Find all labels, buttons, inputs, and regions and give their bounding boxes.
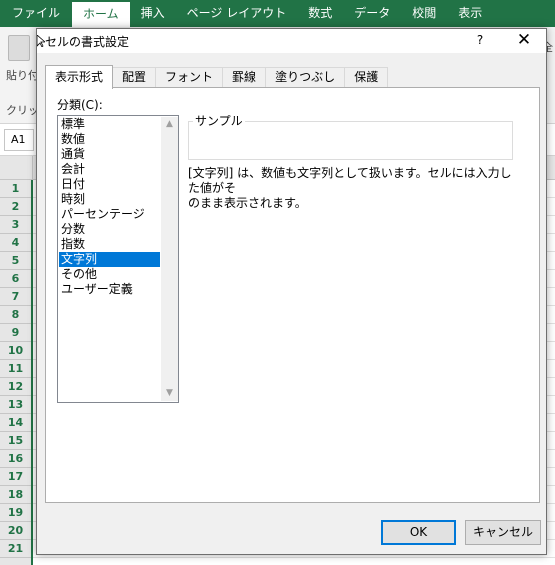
category-scrollbar[interactable]: ▲ ▼ <box>161 117 178 401</box>
chevron-down-icon[interactable]: ▼ <box>161 386 178 401</box>
row-header[interactable]: 3 <box>0 216 31 234</box>
tab-alignment[interactable]: 配置 <box>112 67 157 88</box>
tab-file[interactable]: ファイル <box>0 0 72 27</box>
row-header[interactable]: 14 <box>0 414 31 432</box>
row-header[interactable]: 15 <box>0 432 31 450</box>
name-box[interactable]: A1 <box>4 129 34 151</box>
tab-font[interactable]: フォント <box>155 67 224 88</box>
ok-button[interactable]: OK <box>381 520 456 545</box>
tab-page-layout[interactable]: ページ レイアウト <box>176 0 298 27</box>
row-header[interactable]: 19 <box>0 504 31 522</box>
clipboard-icon[interactable] <box>8 35 30 61</box>
tab-view[interactable]: 表示 <box>447 0 493 27</box>
row-header[interactable]: 4 <box>0 234 31 252</box>
row-header[interactable]: 5 <box>0 252 31 270</box>
tab-number[interactable]: 表示形式 <box>45 65 114 89</box>
category-listbox[interactable]: 標準 数値 通貨 会計 日付 時刻 パーセンテージ 分数 指数 文字列 その他 … <box>57 115 179 403</box>
format-description: [文字列] は、数値も文字列として扱います。セルには入力した値がそ のまま表示さ… <box>188 166 523 211</box>
category-item[interactable]: ユーザー定義 <box>59 282 160 297</box>
tab-review[interactable]: 校閲 <box>401 0 447 27</box>
dialog-tabs: 表示形式 配置 フォント 罫線 塗りつぶし 保護 <box>45 65 389 89</box>
category-item[interactable]: 数値 <box>59 132 160 147</box>
row-header[interactable]: 16 <box>0 450 31 468</box>
row-header[interactable]: 2 <box>0 198 31 216</box>
category-item[interactable]: 分数 <box>59 222 160 237</box>
row-headers: 1 2 3 4 5 6 7 8 9 10 11 12 13 14 15 16 17 18 19 20 21 <box>0 180 33 565</box>
row-header[interactable]: 12 <box>0 378 31 396</box>
description-line: [文字列] は、数値も文字列として扱います。セルには入力した値がそ <box>188 166 512 195</box>
sample-label: サンプル <box>193 112 245 129</box>
dialog-titlebar: セルの書式設定 ? ✕ <box>37 29 546 53</box>
tab-protection[interactable]: 保護 <box>344 67 389 88</box>
category-item[interactable]: 会計 <box>59 162 160 177</box>
tab-data[interactable]: データ <box>343 0 401 27</box>
select-all-corner[interactable] <box>0 156 33 180</box>
category-item[interactable]: パーセンテージ <box>59 207 160 222</box>
chevron-up-icon[interactable]: ▲ <box>161 117 178 132</box>
row-header[interactable]: 17 <box>0 468 31 486</box>
category-label: 分類(C): <box>57 98 103 112</box>
tab-formulas[interactable]: 数式 <box>297 0 343 27</box>
row-header[interactable]: 7 <box>0 288 31 306</box>
help-button[interactable]: ? <box>473 33 487 47</box>
category-item-selected[interactable]: 文字列 <box>59 252 160 267</box>
category-item[interactable]: 日付 <box>59 177 160 192</box>
format-cells-dialog: セルの書式設定 ? ✕ 表示形式 配置 フォント 罫線 塗りつぶし 保護 分類(… <box>36 28 547 555</box>
tab-home[interactable]: ホーム <box>72 2 130 27</box>
tab-insert[interactable]: 挿入 <box>130 0 176 27</box>
description-line: のまま表示されます。 <box>188 196 307 210</box>
row-header[interactable]: 1 <box>0 180 31 198</box>
row-header[interactable]: 11 <box>0 360 31 378</box>
row-header[interactable]: 9 <box>0 324 31 342</box>
tab-border[interactable]: 罫線 <box>222 67 267 88</box>
dialog-title: セルの書式設定 <box>45 35 130 49</box>
row-header[interactable]: 10 <box>0 342 31 360</box>
category-item[interactable]: 時刻 <box>59 192 160 207</box>
number-tab-panel: 分類(C): 標準 数値 通貨 会計 日付 時刻 パーセンテージ 分数 指数 文… <box>45 87 540 503</box>
close-button[interactable]: ✕ <box>513 30 535 50</box>
tab-fill[interactable]: 塗りつぶし <box>265 67 346 88</box>
cursor-icon <box>37 35 45 47</box>
row-header[interactable]: 13 <box>0 396 31 414</box>
row-header[interactable]: 18 <box>0 486 31 504</box>
ribbon-tab-bar: ファイル ホーム 挿入 ページ レイアウト 数式 データ 校閲 表示 <box>0 0 555 27</box>
category-item[interactable]: 指数 <box>59 237 160 252</box>
cancel-button[interactable]: キャンセル <box>465 520 541 545</box>
category-item[interactable]: 標準 <box>59 117 160 132</box>
category-item[interactable]: その他 <box>59 267 160 282</box>
row-header[interactable]: 6 <box>0 270 31 288</box>
row-header[interactable]: 21 <box>0 540 31 558</box>
row-header[interactable]: 8 <box>0 306 31 324</box>
category-item[interactable]: 通貨 <box>59 147 160 162</box>
row-header[interactable]: 20 <box>0 522 31 540</box>
